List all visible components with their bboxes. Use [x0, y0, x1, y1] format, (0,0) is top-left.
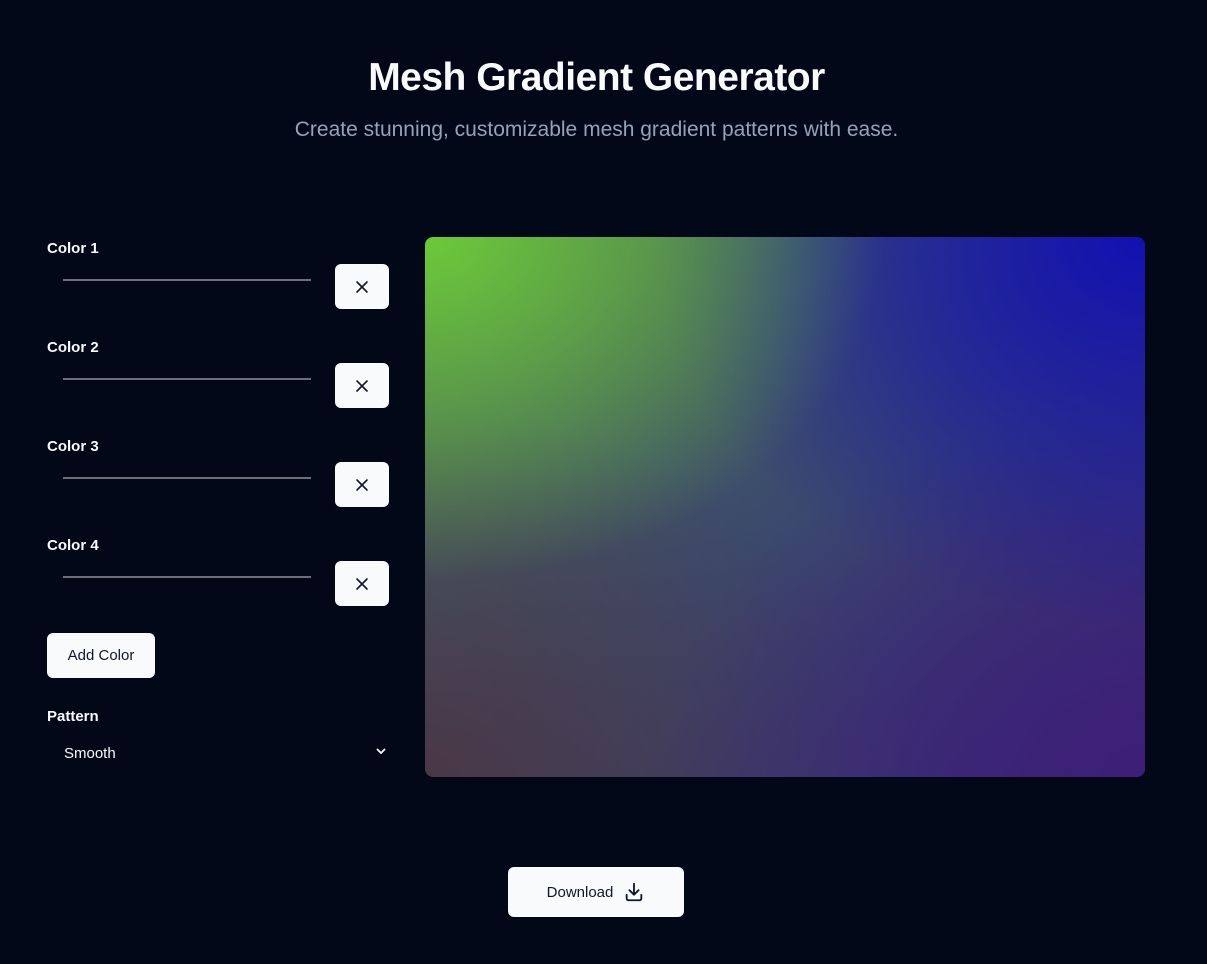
color-picker-input[interactable]: [63, 573, 311, 578]
close-icon: [356, 577, 368, 590]
controls-panel: Color 1 Color 2 Color 3 Color 4 Add Colo…: [47, 237, 389, 762]
gradient-preview: [425, 237, 1145, 777]
close-icon: [356, 478, 368, 491]
color-label: Color 4: [47, 537, 99, 554]
color-label: Color 3: [47, 438, 99, 455]
color-row: Color 3: [47, 435, 389, 534]
remove-color-button[interactable]: [335, 264, 389, 309]
color-picker-input[interactable]: [63, 474, 311, 479]
page-title: Mesh Gradient Generator: [368, 56, 825, 99]
color-row: Color 1: [47, 237, 389, 336]
remove-color-button[interactable]: [335, 462, 389, 507]
color-picker-input[interactable]: [63, 375, 311, 380]
color-picker-input[interactable]: [63, 276, 311, 281]
remove-color-button[interactable]: [335, 363, 389, 408]
close-icon: [356, 280, 368, 293]
download-icon: [626, 882, 643, 902]
pattern-selected-value: Smooth: [64, 745, 116, 762]
download-button-label: Download: [546, 883, 614, 901]
download-button[interactable]: Download: [508, 867, 684, 917]
color-label: Color 2: [47, 339, 99, 356]
close-icon: [356, 379, 368, 392]
pattern-label: Pattern: [47, 708, 99, 725]
chevron-down-icon: [376, 748, 386, 754]
color-row: Color 2: [47, 336, 389, 435]
pattern-select[interactable]: Smooth: [47, 737, 389, 769]
page-subtitle: Create stunning, customizable mesh gradi…: [294, 118, 899, 141]
color-row: Color 4: [47, 534, 389, 633]
remove-color-button[interactable]: [335, 561, 389, 606]
add-color-button[interactable]: Add Color: [47, 633, 155, 678]
color-label: Color 1: [47, 240, 99, 257]
